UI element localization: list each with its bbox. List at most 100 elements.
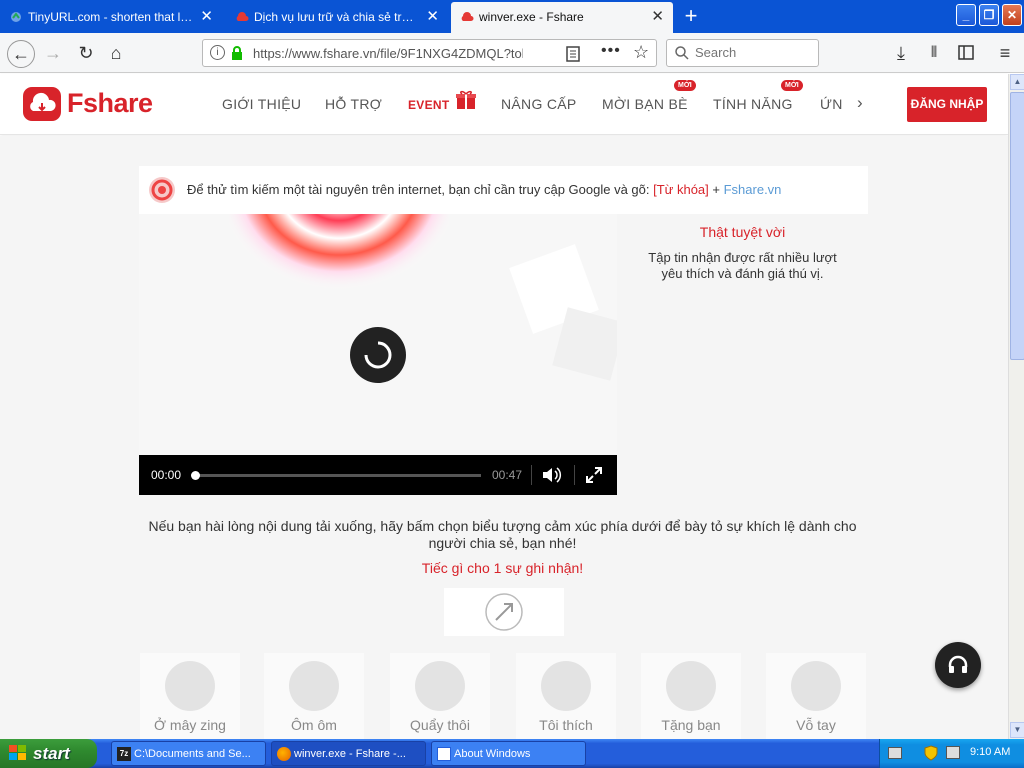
reaction-label: Tặng bạn bbox=[661, 717, 721, 733]
scrollbar-thumb[interactable] bbox=[1010, 92, 1024, 360]
fullscreen-icon[interactable] bbox=[586, 467, 602, 483]
chevron-right-icon[interactable]: › bbox=[857, 93, 863, 113]
menu-ung-dung[interactable]: ỨN bbox=[820, 96, 843, 112]
video-progress-bar[interactable] bbox=[195, 474, 481, 477]
tip-site-link[interactable]: Fshare.vn bbox=[724, 182, 782, 197]
reaction-card[interactable]: Vỗ tay bbox=[766, 653, 866, 739]
tab-label: winver.exe - Fshare bbox=[479, 10, 584, 24]
menu-event[interactable]: EVENT bbox=[408, 98, 450, 112]
library-icon[interactable]: ⫴ bbox=[922, 41, 946, 65]
forward-arrow-icon[interactable]: → bbox=[41, 41, 65, 65]
reaction-kiss-face-icon bbox=[289, 661, 339, 711]
start-button[interactable]: start bbox=[0, 739, 97, 768]
menu-hamburger-icon[interactable]: ≡ bbox=[993, 41, 1017, 65]
gift-icon[interactable] bbox=[455, 90, 477, 110]
reaction-clap-face-icon bbox=[791, 661, 841, 711]
restore-button[interactable]: ❐ bbox=[979, 4, 999, 26]
support-chat-button[interactable] bbox=[935, 642, 981, 688]
close-tab-icon[interactable]: ✕ bbox=[200, 2, 213, 32]
browser-tab-strip: TinyURL.com - shorten that long U ✕ Dịch… bbox=[0, 0, 1024, 33]
reaction-wink-face-icon bbox=[666, 661, 716, 711]
feedback-message: Nếu bạn hài lòng nội dung tải xuống, hãy… bbox=[148, 518, 857, 551]
video-current-time: 00:00 bbox=[151, 468, 182, 482]
rating-title: Thật tuyệt vời bbox=[699, 224, 786, 240]
download-icon[interactable]: ⤓ bbox=[889, 41, 913, 65]
tab-winver-fshare[interactable]: winver.exe - Fshare ✕ bbox=[451, 2, 673, 33]
task-label: winver.exe - Fshare -... bbox=[294, 748, 406, 760]
minimize-button[interactable]: _ bbox=[956, 4, 976, 26]
scroll-up-arrow-icon[interactable]: ▲ bbox=[1010, 74, 1024, 90]
navigation-toolbar: ← → ↻ ⌂ i https://www.fshare.vn/file/9F1… bbox=[0, 33, 1024, 73]
video-player[interactable]: 00:00 00:47 bbox=[139, 214, 617, 495]
tab-fshare-home[interactable]: Dịch vụ lưu trữ và chia sẻ trực tuy ✕ bbox=[226, 2, 448, 33]
reaction-card[interactable]: Tặng bạn bbox=[641, 653, 741, 739]
share-reaction-box[interactable] bbox=[444, 588, 564, 636]
scroll-down-arrow-icon[interactable]: ▼ bbox=[1010, 722, 1024, 738]
menu-nang-cap[interactable]: NÂNG CẤP bbox=[501, 96, 577, 112]
tip-text: Để thử tìm kiếm một tài nguyên trên inte… bbox=[187, 182, 781, 197]
reaction-card[interactable]: Ở mây zing bbox=[140, 653, 240, 739]
menu-moi-ban-be[interactable]: MỜI BẠN BÈ bbox=[602, 96, 688, 112]
reader-view-icon[interactable] bbox=[566, 46, 580, 62]
task-about-windows[interactable]: About Windows bbox=[431, 741, 586, 766]
reaction-card[interactable]: Tôi thích bbox=[516, 653, 616, 739]
lollipop-icon bbox=[149, 177, 175, 203]
fshare-cloud-icon bbox=[461, 12, 474, 21]
firefox-icon bbox=[277, 747, 291, 761]
clock: 9:10 AM bbox=[970, 746, 1011, 758]
keyboard-icon[interactable] bbox=[888, 747, 902, 759]
menu-ho-tro[interactable]: HỖ TRỢ bbox=[325, 96, 382, 112]
loading-spinner-icon bbox=[350, 327, 406, 383]
page-content: Để thử tìm kiếm một tài nguyên trên inte… bbox=[0, 136, 1008, 739]
task-firefox[interactable]: winver.exe - Fshare -... bbox=[271, 741, 426, 766]
address-bar[interactable]: i https://www.fshare.vn/file/9F1NXG4ZDMQ… bbox=[202, 39, 657, 67]
tab-label: TinyURL.com - shorten that long U bbox=[28, 10, 194, 24]
home-icon[interactable]: ⌂ bbox=[104, 41, 128, 65]
reaction-heart-eyes-face-icon bbox=[541, 661, 591, 711]
menu-gioi-thieu[interactable]: GIỚI THIỆU bbox=[222, 96, 301, 112]
reaction-card[interactable]: Ôm ôm bbox=[264, 653, 364, 739]
reaction-label: Ở mây zing bbox=[154, 717, 226, 733]
taskbar: start 7z C:\Documents and Se... winver.e… bbox=[0, 739, 1024, 768]
login-button[interactable]: ĐĂNG NHẬP bbox=[907, 87, 987, 122]
volume-icon[interactable] bbox=[542, 466, 562, 484]
rating-description: Tập tin nhận được rất nhiều lượt yêu thí… bbox=[648, 250, 837, 281]
task-label: About Windows bbox=[454, 748, 531, 760]
task-label: C:\Documents and Se... bbox=[134, 748, 251, 760]
close-window-button[interactable]: ✕ bbox=[1002, 4, 1022, 26]
site-header: Fshare GIỚI THIỆU HỖ TRỢ EVENT NÂNG CẤP … bbox=[0, 74, 1008, 135]
fshare-cloud-icon bbox=[236, 12, 249, 21]
close-tab-icon[interactable]: ✕ bbox=[651, 2, 664, 32]
video-controls: 00:00 00:47 bbox=[139, 455, 617, 495]
tip-plus: + bbox=[708, 182, 724, 197]
logo-text[interactable]: Fshare bbox=[67, 88, 153, 119]
tab-label: Dịch vụ lưu trữ và chia sẻ trực tuy bbox=[254, 10, 420, 24]
search-box[interactable] bbox=[666, 39, 819, 67]
close-tab-icon[interactable]: ✕ bbox=[426, 2, 439, 32]
url-text[interactable]: https://www.fshare.vn/file/9F1NXG4ZDMQL?… bbox=[253, 46, 523, 61]
lock-icon bbox=[232, 46, 242, 60]
task-7zip[interactable]: 7z C:\Documents and Se... bbox=[111, 741, 266, 766]
menu-tinh-nang[interactable]: TÍNH NĂNG bbox=[713, 96, 793, 112]
security-shield-icon[interactable] bbox=[924, 745, 938, 761]
info-icon[interactable]: i bbox=[210, 45, 225, 60]
bookmark-star-icon[interactable]: ☆ bbox=[633, 42, 649, 63]
reaction-card[interactable]: Quẩy thôi bbox=[390, 653, 490, 739]
reaction-toggle-icon[interactable] bbox=[484, 593, 524, 631]
reaction-label: Tôi thích bbox=[539, 717, 593, 733]
new-tab-button[interactable]: + bbox=[677, 3, 705, 31]
video-duration: 00:47 bbox=[492, 468, 523, 482]
search-input[interactable] bbox=[695, 45, 810, 60]
controls-divider bbox=[574, 465, 575, 485]
fshare-logo-icon[interactable] bbox=[23, 87, 61, 121]
back-arrow-icon[interactable]: ← bbox=[7, 40, 35, 68]
reload-icon[interactable]: ↻ bbox=[74, 41, 98, 65]
volume-tray-icon[interactable] bbox=[946, 746, 960, 759]
video-scrubber-handle[interactable] bbox=[191, 471, 200, 480]
windows-logo-icon bbox=[9, 745, 26, 760]
start-label: start bbox=[33, 744, 70, 763]
page-actions-icon[interactable]: ••• bbox=[601, 42, 621, 60]
tab-tinyurl[interactable]: TinyURL.com - shorten that long U ✕ bbox=[0, 2, 222, 33]
vertical-scrollbar[interactable]: ▲ ▼ bbox=[1008, 74, 1024, 739]
sidebar-icon[interactable] bbox=[958, 45, 974, 60]
